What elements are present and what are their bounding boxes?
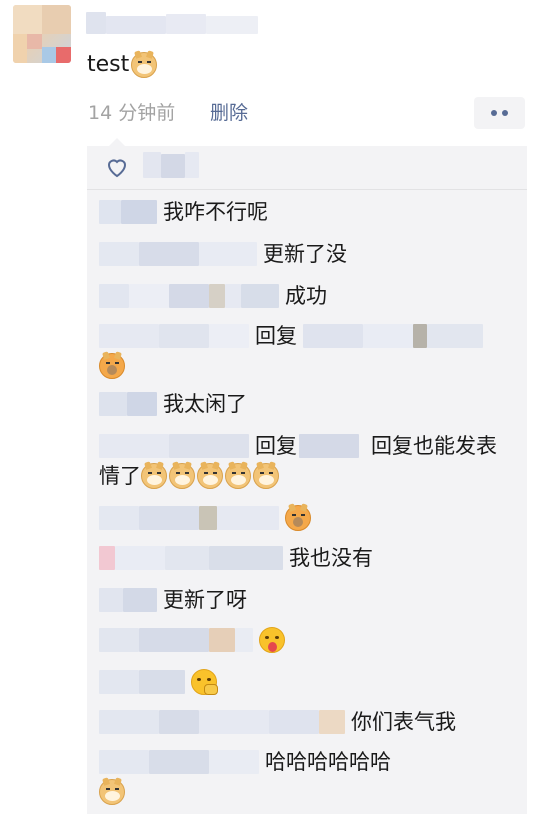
comment-text: 我太闲了	[163, 392, 247, 416]
reply-target-blurred[interactable]	[299, 434, 359, 458]
comment-text: 更新了呀	[163, 588, 247, 612]
comment-item[interactable]: 我也没有	[87, 544, 527, 576]
comment-item[interactable]: 我咋不行呢	[87, 198, 527, 230]
comment-text: 回复也能发表	[371, 434, 497, 458]
doge-silent-emoji-icon	[99, 353, 125, 379]
comment-reply-word: 回复	[255, 324, 297, 348]
post-text: test	[87, 50, 159, 80]
comment-item[interactable]	[87, 504, 527, 536]
more-options-button[interactable]	[474, 97, 525, 129]
reply-target-blurred[interactable]	[303, 324, 483, 348]
comment-item[interactable]: 更新了呀	[87, 586, 527, 618]
commenter-name-blurred[interactable]	[99, 628, 253, 652]
avatar[interactable]	[13, 5, 71, 63]
comment-item[interactable]: 成功	[87, 282, 527, 314]
comment-text: 哈哈哈哈哈哈	[265, 750, 391, 774]
commenter-name-blurred[interactable]	[99, 588, 157, 612]
heart-outline-icon	[107, 159, 127, 178]
doge-emoji-icon	[253, 463, 279, 489]
post-timestamp: 14 分钟前	[88, 102, 176, 124]
doge-emoji-icon	[169, 463, 195, 489]
commenter-name-blurred[interactable]	[99, 710, 345, 734]
commenter-name-blurred[interactable]	[99, 670, 185, 694]
comment-item[interactable]: 我太闲了	[87, 390, 527, 422]
doge-emoji-icon	[141, 463, 167, 489]
commenter-name-blurred[interactable]	[99, 324, 249, 348]
comment-text: 你们表气我	[351, 710, 456, 734]
smirk-emoji-icon	[191, 669, 218, 695]
comment-text: 成功	[285, 284, 327, 308]
interaction-panel: 我咋不行呢 更新了没 成功 回复 我太闲了 回复 回复也能发表 情了 我也没有 …	[87, 138, 527, 814]
commenter-name-blurred[interactable]	[99, 434, 249, 458]
commenter-name-blurred[interactable]	[99, 750, 259, 774]
comment-item[interactable]: 你们表气我	[87, 708, 527, 740]
doge-emoji-icon	[225, 463, 251, 489]
commenter-name-blurred[interactable]	[99, 284, 279, 308]
likes-row	[87, 146, 527, 190]
tongue-out-emoji-icon	[259, 627, 285, 653]
doge-emoji-icon	[131, 52, 158, 78]
comment-text: 更新了没	[263, 242, 347, 266]
commenter-name-blurred[interactable]	[99, 546, 283, 570]
more-dots-icon	[491, 110, 497, 116]
comment-item[interactable]: 哈哈哈哈哈哈	[87, 748, 527, 810]
comment-item[interactable]: 更新了没	[87, 240, 527, 272]
commenter-name-blurred[interactable]	[99, 506, 279, 530]
comment-reply-word: 回复	[255, 434, 297, 458]
comment-item[interactable]	[87, 668, 527, 700]
doge-emoji-icon	[197, 463, 223, 489]
nickname-blurred[interactable]	[86, 8, 258, 38]
comment-text-continued: 情了	[99, 464, 141, 488]
commenter-name-blurred[interactable]	[99, 242, 257, 266]
comment-item[interactable]: 回复	[87, 322, 527, 382]
commenter-name-blurred[interactable]	[99, 200, 157, 224]
comment-item[interactable]: 回复 回复也能发表 情了	[87, 432, 527, 496]
doge-emoji-icon	[99, 779, 125, 805]
comment-item[interactable]	[87, 626, 527, 658]
comment-text: 我咋不行呢	[163, 200, 268, 224]
comment-text: 我也没有	[289, 546, 373, 570]
delete-link[interactable]: 删除	[210, 100, 248, 126]
doge-silent-emoji-icon	[285, 505, 311, 531]
commenter-name-blurred[interactable]	[99, 392, 157, 416]
